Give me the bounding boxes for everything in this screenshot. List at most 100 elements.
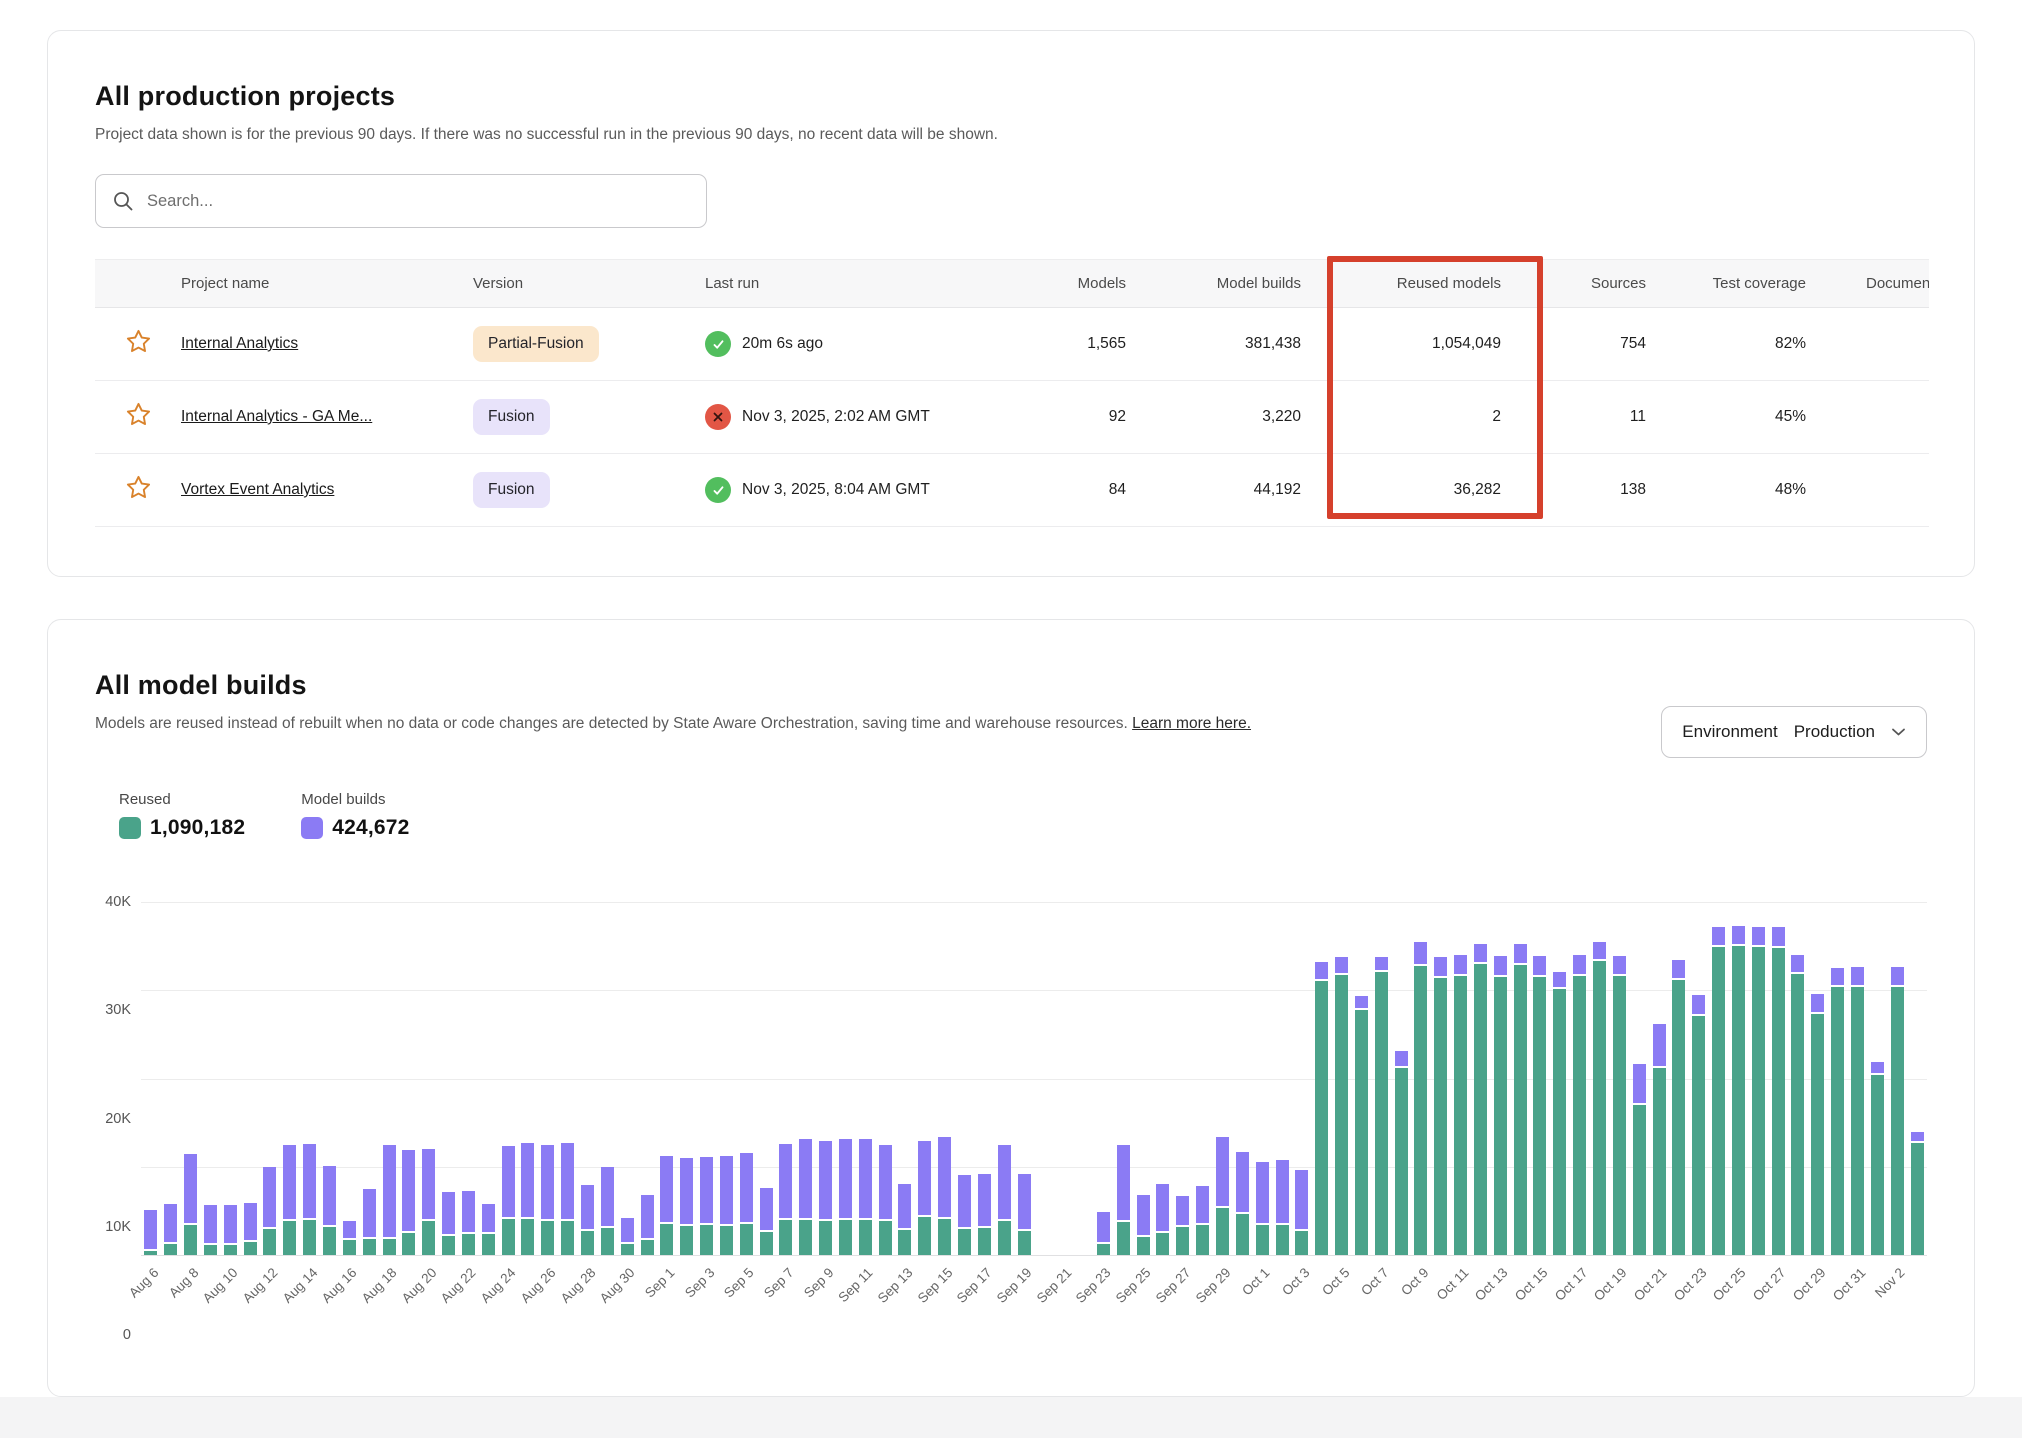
- last-run-text: Nov 3, 2025, 2:02 AM GMT: [742, 408, 930, 426]
- stacked-bar: [478, 902, 498, 1255]
- projects-subtitle: Project data shown is for the previous 9…: [95, 126, 1927, 144]
- stacked-bar: [1232, 902, 1252, 1255]
- stacked-bar: [597, 902, 617, 1255]
- favorite-star-icon[interactable]: [125, 401, 152, 428]
- stacked-bar: [736, 902, 756, 1255]
- x-tick-label: Aug 12: [240, 1265, 281, 1306]
- search-input[interactable]: [147, 192, 690, 211]
- test-coverage-value: 82%: [1660, 308, 1820, 381]
- table-row: Internal Analytics - GA Me... Fusion Nov…: [95, 381, 1929, 454]
- stacked-bar: [1629, 902, 1649, 1255]
- col-sources: Sources: [1515, 260, 1660, 308]
- x-tick-label: Aug 30: [597, 1265, 638, 1306]
- test-coverage-value: 45%: [1660, 381, 1820, 454]
- stacked-bar: [280, 902, 300, 1255]
- stacked-bar: [1094, 902, 1114, 1255]
- x-tick-label: Oct 11: [1433, 1265, 1471, 1303]
- stacked-bar: [935, 902, 955, 1255]
- x-tick-label: Oct 27: [1750, 1265, 1789, 1304]
- stacked-bar: [875, 902, 895, 1255]
- stacked-bar: [181, 902, 201, 1255]
- projects-title: All production projects: [95, 81, 1927, 112]
- reused-models-count: 36,282: [1315, 454, 1515, 527]
- stacked-bar: [1590, 902, 1610, 1255]
- x-tick-label: Aug 14: [279, 1265, 320, 1306]
- x-tick-label: Aug 20: [398, 1265, 439, 1306]
- col-project-name: Project name: [181, 260, 473, 308]
- stacked-bar: [974, 902, 994, 1255]
- stacked-bar: [300, 902, 320, 1255]
- run-error-icon: [705, 404, 731, 430]
- x-tick-label: Sep 11: [836, 1265, 876, 1305]
- stacked-bar: [1014, 902, 1034, 1255]
- project-search[interactable]: [95, 174, 707, 228]
- stacked-bar: [816, 902, 836, 1255]
- version-badge: Fusion: [473, 472, 550, 508]
- stacked-bar: [1133, 902, 1153, 1255]
- x-tick-label: Sep 27: [1153, 1265, 1194, 1306]
- reused-swatch-icon: [119, 817, 141, 839]
- stacked-bar: [1748, 902, 1768, 1255]
- stacked-bar: [1332, 902, 1352, 1255]
- stacked-bar: [1034, 902, 1054, 1255]
- stacked-bar: [419, 902, 439, 1255]
- stacked-bar: [339, 902, 359, 1255]
- stacked-bar: [518, 902, 538, 1255]
- stacked-bar: [1173, 902, 1193, 1255]
- models-count: 92: [1050, 381, 1140, 454]
- x-tick-label: Nov 2: [1872, 1265, 1908, 1301]
- legend-value: 1,090,182: [150, 816, 245, 840]
- x-tick-label: Aug 28: [557, 1265, 598, 1306]
- model-builds-count: 44,192: [1140, 454, 1315, 527]
- stacked-bar: [498, 902, 518, 1255]
- x-tick-label: Oct 15: [1512, 1265, 1551, 1304]
- stacked-bar: [776, 902, 796, 1255]
- stacked-bar: [320, 902, 340, 1255]
- stacked-bar: [399, 902, 419, 1255]
- favorite-star-icon[interactable]: [125, 474, 152, 501]
- stacked-bar: [617, 902, 637, 1255]
- chart-x-axis: Aug 6Aug 8Aug 10Aug 12Aug 14Aug 16Aug 18…: [141, 1255, 1927, 1335]
- sources-count: 11: [1515, 381, 1660, 454]
- x-tick-label: Oct 17: [1552, 1265, 1591, 1304]
- x-tick-label: Aug 24: [478, 1265, 519, 1306]
- stacked-bar: [1550, 902, 1570, 1255]
- favorite-star-icon[interactable]: [125, 328, 152, 355]
- sources-count: 138: [1515, 454, 1660, 527]
- version-badge: Fusion: [473, 399, 550, 435]
- x-tick-label: Sep 21: [1034, 1265, 1075, 1306]
- chart-legend: Reused 1,090,182 Model builds 424,672: [119, 791, 1927, 840]
- y-tick: 10K: [105, 1219, 131, 1235]
- x-tick-label: Oct 25: [1710, 1265, 1749, 1304]
- stacked-bar: [994, 902, 1014, 1255]
- x-tick-label: Oct 23: [1671, 1265, 1710, 1304]
- stacked-bar: [697, 902, 717, 1255]
- stacked-bar: [1351, 902, 1371, 1255]
- stacked-bar: [359, 902, 379, 1255]
- stacked-bar: [538, 902, 558, 1255]
- last-run-text: Nov 3, 2025, 8:04 AM GMT: [742, 481, 930, 499]
- col-reused-models: Reused models: [1315, 260, 1515, 308]
- stacked-bar: [1808, 902, 1828, 1255]
- stacked-bar: [558, 902, 578, 1255]
- x-tick-label: Oct 13: [1472, 1265, 1511, 1304]
- project-link[interactable]: Internal Analytics: [181, 335, 298, 352]
- col-test-coverage: Test coverage: [1660, 260, 1820, 308]
- x-tick-label: Sep 7: [761, 1265, 797, 1301]
- learn-more-link[interactable]: Learn more here.: [1132, 715, 1251, 732]
- x-tick-label: Oct 9: [1398, 1265, 1431, 1298]
- x-tick-label: Sep 17: [954, 1265, 995, 1306]
- run-success-icon: [705, 477, 731, 503]
- stacked-bar: [1828, 902, 1848, 1255]
- project-link[interactable]: Internal Analytics - GA Me...: [181, 408, 372, 425]
- stacked-bar: [1649, 902, 1669, 1255]
- x-tick-label: Sep 13: [875, 1265, 916, 1306]
- legend-item-reused: Reused 1,090,182: [119, 791, 245, 840]
- project-link[interactable]: Vortex Event Analytics: [181, 481, 334, 498]
- stacked-bar: [1193, 902, 1213, 1255]
- last-run-text: 20m 6s ago: [742, 335, 823, 353]
- chart-plot-area: [141, 902, 1927, 1255]
- x-tick-label: Oct 3: [1279, 1265, 1312, 1298]
- environment-dropdown[interactable]: Environment Production: [1661, 706, 1927, 758]
- stacked-bar: [1689, 902, 1709, 1255]
